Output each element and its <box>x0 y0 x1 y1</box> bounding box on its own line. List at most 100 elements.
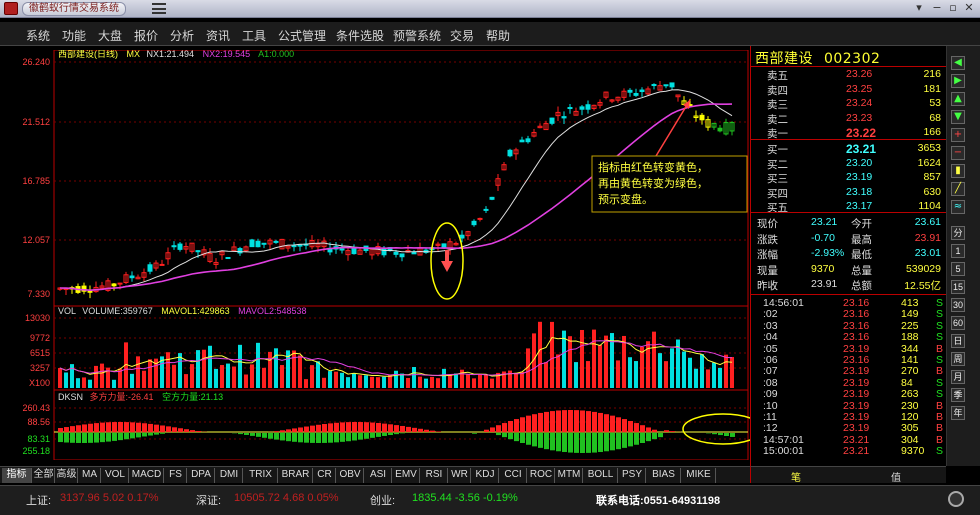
indicator-tab-psy[interactable]: PSY <box>619 468 646 483</box>
indicator-tab-wr[interactable]: WR <box>449 468 471 483</box>
nav-left-icon[interactable]: ◀ <box>951 56 965 70</box>
maximize-button[interactable]: ▫ <box>946 1 960 15</box>
dksn-bull-bar <box>130 422 135 432</box>
minimize-button[interactable]: − <box>930 1 944 15</box>
tick-time: :04 <box>763 331 778 344</box>
menu-info[interactable]: 资讯 <box>206 27 230 44</box>
volume-bar <box>328 371 332 388</box>
zoom-out-icon[interactable]: − <box>951 146 965 160</box>
menu-tools[interactable]: 工具 <box>242 27 266 44</box>
indicator-tab-kdj[interactable]: KDJ <box>472 468 499 483</box>
menu-alert[interactable]: 预警系统 <box>393 27 441 44</box>
indicator-tab-ma[interactable]: MA <box>79 468 101 483</box>
legend-a1: A1:0.000 <box>258 50 294 59</box>
timeframe-button[interactable]: 月 <box>951 370 965 384</box>
nav-right-icon[interactable]: ▶ <box>951 74 965 88</box>
power-icon[interactable] <box>948 491 964 507</box>
indicator-tab-obv[interactable]: OBV <box>337 468 364 483</box>
dksn-bull-bar <box>136 422 141 432</box>
dksn-bear-bar <box>304 433 309 443</box>
indicator-tab-全部[interactable]: 全部 <box>33 468 55 483</box>
indicator-tab-vol[interactable]: VOL <box>102 468 129 483</box>
indicator-tab-高级[interactable]: 高级 <box>56 468 78 483</box>
timeframe-button[interactable]: 1 <box>951 244 965 258</box>
timeframe-button[interactable]: 季 <box>951 388 965 402</box>
indicator-tab-bias[interactable]: BIAS <box>647 468 681 483</box>
indicator-tab-roc[interactable]: ROC <box>528 468 555 483</box>
timeframe-button[interactable]: 30 <box>951 298 965 312</box>
indicator-tab-boll[interactable]: BOLL <box>584 468 618 483</box>
volume-bar <box>712 362 716 388</box>
indicator-tab-dmi[interactable]: DMI <box>216 468 243 483</box>
indicator-tab-rsi[interactable]: RSI <box>421 468 448 483</box>
tick-price: 23.21 <box>843 445 870 458</box>
stat-value: 23.61 <box>914 216 941 228</box>
candle-body <box>339 248 345 251</box>
menu-function[interactable]: 功能 <box>62 27 86 44</box>
timeframe-button[interactable]: 15 <box>951 280 965 294</box>
tick-side: S <box>935 297 943 309</box>
zoom-in-icon[interactable]: + <box>951 128 965 142</box>
indicator-tab-dpa[interactable]: DPA <box>188 468 215 483</box>
volume-bar <box>580 329 584 388</box>
indicator-tab-trix[interactable]: TRIX <box>244 468 278 483</box>
close-button[interactable]: ✕ <box>962 1 976 15</box>
tab-value[interactable]: 值 <box>891 469 901 484</box>
timeframe-button[interactable]: 周 <box>951 352 965 366</box>
indicator-tab-cr[interactable]: CR <box>314 468 336 483</box>
menu-quote[interactable]: 报价 <box>134 27 158 44</box>
indicator-tab-emv[interactable]: EMV <box>393 468 420 483</box>
dksn-bear-bar <box>334 433 339 443</box>
timeframe-button[interactable]: 年 <box>951 406 965 420</box>
nav-down-icon[interactable]: ▼ <box>951 110 965 124</box>
menu-formula[interactable]: 公式管理 <box>278 27 326 44</box>
dksn-bull-bar <box>526 415 531 432</box>
indicator-tab-asi[interactable]: ASI <box>365 468 392 483</box>
timeframe-button[interactable]: 60 <box>951 316 965 330</box>
indicator-tab-macd[interactable]: MACD <box>130 468 164 483</box>
indicator-tab-指标[interactable]: 指标 <box>2 468 32 483</box>
volume-bar <box>538 321 542 388</box>
indicator-tab-brar[interactable]: BRAR <box>279 468 313 483</box>
dksn-bear-bar <box>238 433 243 435</box>
volume-bar <box>616 360 620 388</box>
menu-stock-screen[interactable]: 条件选股 <box>336 27 384 44</box>
menu-system[interactable]: 系统 <box>26 27 50 44</box>
menu-help[interactable]: 帮助 <box>486 27 510 44</box>
dksn-bear-bar <box>496 433 501 436</box>
dksn-bull-bar <box>508 421 513 432</box>
dksn-legend: DKSN 多方力量:-26.41 空方力量:21.13 <box>58 391 223 402</box>
main-menu-icon[interactable] <box>152 3 166 14</box>
timeframe-button[interactable]: 日 <box>951 334 965 348</box>
timeframe-button[interactable]: 5 <box>951 262 965 276</box>
kline-chart-area[interactable]: 26.240 21.512 16.785 12.057 7.330 西部建设(日… <box>0 48 764 470</box>
menu-analysis[interactable]: 分析 <box>170 27 194 44</box>
dksn-legend-kong: 空方力量:21.13 <box>162 391 223 402</box>
indicator-tab-cci[interactable]: CCI <box>500 468 527 483</box>
timeframe-button[interactable]: 分 <box>951 226 965 240</box>
dksn-bear-bar <box>514 433 519 442</box>
annotation-arrow <box>655 99 691 157</box>
indicator-tab-mike[interactable]: MIKE <box>682 468 716 483</box>
indicator-icon[interactable]: ≈ <box>951 200 965 214</box>
indicator-tab-mtm[interactable]: MTM <box>556 468 583 483</box>
kline-icon[interactable]: ▮ <box>951 164 965 178</box>
sh-value: 3137.96 5.02 0.17% <box>60 492 159 504</box>
menu-trade[interactable]: 交易 <box>450 27 474 44</box>
candle-body <box>117 282 123 285</box>
trend-icon[interactable]: ╱ <box>951 182 965 196</box>
menu-market[interactable]: 大盘 <box>98 27 122 44</box>
volume-bar <box>400 373 404 388</box>
nav-up-icon[interactable]: ▲ <box>951 92 965 106</box>
indicator-tab-fs[interactable]: FS <box>165 468 187 483</box>
tick-time: :12 <box>763 422 778 435</box>
window-menu-icon[interactable]: ▾ <box>912 1 926 15</box>
price-axis-label: 7.330 <box>27 289 50 299</box>
dksn-bear-bar <box>58 433 63 443</box>
volume-axis-label: 3257 <box>30 363 50 373</box>
ask-label: 卖二 <box>767 113 788 126</box>
volume-bar <box>142 370 146 388</box>
dksn-bull-bar <box>556 410 561 432</box>
tick-price: 23.19 <box>843 388 870 401</box>
tab-tick[interactable]: 笔 <box>791 469 801 484</box>
